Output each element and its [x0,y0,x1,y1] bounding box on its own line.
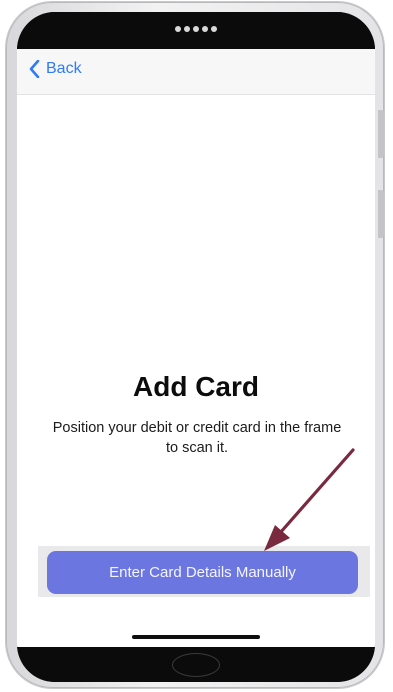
back-button[interactable]: Back [29,60,82,78]
back-label: Back [46,60,82,77]
app-screen: Back Add Card Position your debit or cre… [17,49,375,647]
home-indicator [132,635,260,639]
page-title: Add Card [133,371,259,402]
speaker-icon [175,26,217,32]
phone-body: Back Add Card Position your debit or cre… [17,12,375,682]
screenshot-stage: Back Add Card Position your debit or cre… [0,0,393,692]
enter-card-details-manually-button[interactable]: Enter Card Details Manually [47,551,358,594]
side-button-upper [378,110,384,158]
scan-instructions: Position your debit or credit card in th… [52,420,342,456]
chevron-left-icon [29,60,40,78]
side-button-lower [378,190,384,238]
top-bezel [17,12,375,49]
phone-frame: Back Add Card Position your debit or cre… [6,2,384,688]
bottom-bezel [17,647,375,682]
home-button [172,653,220,677]
navigation-bar: Back [17,49,375,95]
